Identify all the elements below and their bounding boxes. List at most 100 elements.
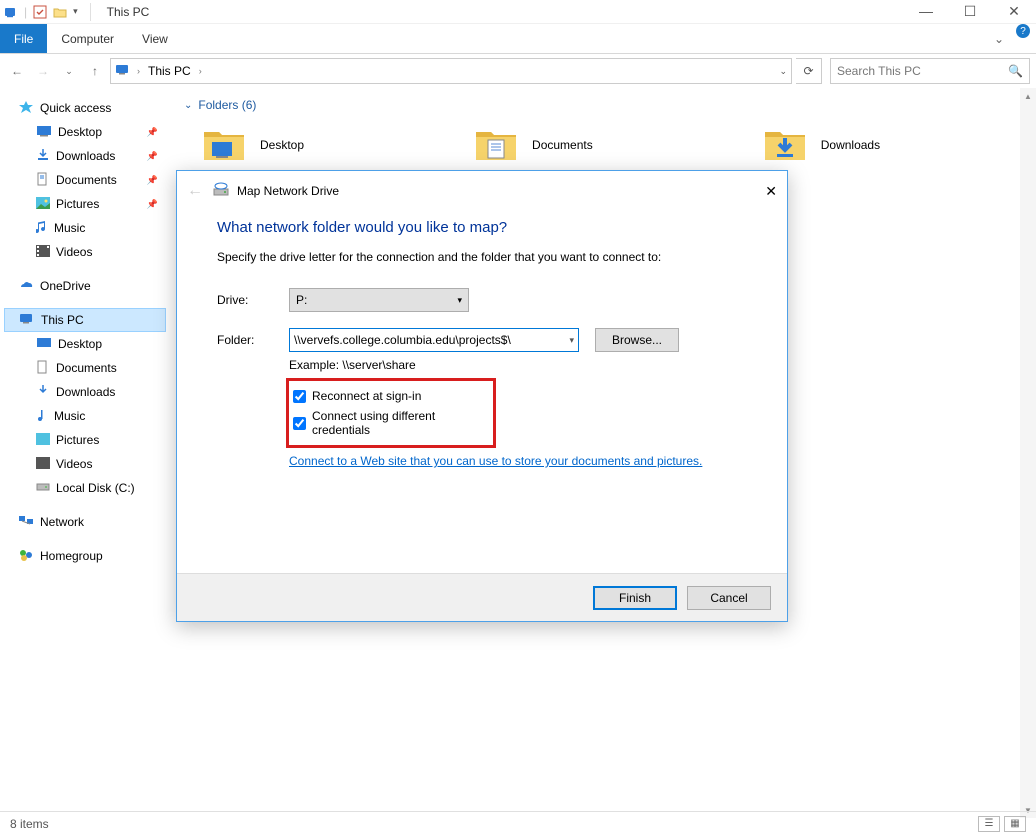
- address-dropdown-icon[interactable]: ⌄: [779, 66, 787, 77]
- refresh-button[interactable]: ⟳: [796, 58, 822, 84]
- reconnect-checkbox-row[interactable]: Reconnect at sign-in: [293, 389, 489, 403]
- nav-label: OneDrive: [40, 279, 91, 293]
- drive-select[interactable]: P: ▾: [289, 288, 469, 312]
- nav-label: Pictures: [56, 433, 99, 447]
- folders-header[interactable]: ⌄ Folders (6): [184, 98, 1022, 112]
- nav-up-button[interactable]: ↑: [84, 60, 106, 82]
- nav-quick-documents[interactable]: Documents 📌: [4, 168, 166, 192]
- drive-label: Drive:: [217, 293, 289, 307]
- nav-pc-documents[interactable]: Documents: [4, 356, 166, 380]
- chevron-down-icon: ▾: [565, 335, 574, 346]
- nav-forward-button[interactable]: →: [32, 60, 54, 82]
- folder-desktop[interactable]: Desktop: [202, 126, 304, 164]
- desktop-icon: [36, 125, 52, 140]
- folder-documents[interactable]: Documents: [474, 126, 593, 164]
- onedrive-icon: [18, 279, 34, 294]
- location-icon: [115, 63, 131, 80]
- chevron-down-icon: ▾: [457, 295, 462, 306]
- maximize-button[interactable]: ☐: [960, 3, 980, 20]
- nav-label: Desktop: [58, 125, 102, 139]
- nav-network[interactable]: Network: [4, 510, 166, 534]
- pin-icon: 📌: [147, 199, 158, 210]
- music-icon: [36, 220, 48, 237]
- qat-dropdown-icon[interactable]: ▾: [73, 6, 78, 17]
- dialog-titlebar: ← Map Network Drive ✕: [177, 171, 787, 211]
- ribbon-expand-icon[interactable]: ⌄: [988, 24, 1010, 53]
- credentials-checkbox[interactable]: [293, 417, 306, 430]
- download-icon: [36, 148, 50, 165]
- connect-website-link[interactable]: Connect to a Web site that you can use t…: [289, 454, 763, 468]
- nav-label: Homegroup: [40, 549, 103, 563]
- help-icon[interactable]: ?: [1016, 24, 1030, 38]
- tab-view[interactable]: View: [128, 24, 182, 53]
- close-button[interactable]: ✕: [1004, 3, 1024, 20]
- quick-access-toolbar: | ▾ This PC: [4, 3, 149, 21]
- properties-icon[interactable]: [33, 5, 47, 19]
- folder-input[interactable]: [294, 333, 565, 347]
- nav-label: Documents: [56, 173, 117, 187]
- credentials-label: Connect using different credentials: [312, 409, 489, 437]
- address-bar[interactable]: › This PC › ⌄: [110, 58, 792, 84]
- pin-icon: 📌: [147, 151, 158, 162]
- vertical-scrollbar[interactable]: ▲ ▼: [1020, 88, 1036, 818]
- nav-quick-desktop[interactable]: Desktop 📌: [4, 120, 166, 144]
- folder-label: Documents: [532, 138, 593, 152]
- reconnect-checkbox[interactable]: [293, 390, 306, 403]
- folders-header-label: Folders (6): [198, 98, 256, 112]
- cancel-button[interactable]: Cancel: [687, 586, 771, 610]
- nav-label: Local Disk (C:): [56, 481, 135, 495]
- dialog-instruction: Specify the drive letter for the connect…: [217, 250, 763, 264]
- quickaccess-icon: [18, 100, 34, 117]
- credentials-checkbox-row[interactable]: Connect using different credentials: [293, 409, 489, 437]
- folder-label: Downloads: [821, 138, 880, 152]
- nav-label: Documents: [56, 361, 117, 375]
- view-large-button[interactable]: ▦: [1004, 816, 1026, 832]
- search-box[interactable]: Search This PC 🔍: [830, 58, 1030, 84]
- nav-quick-pictures[interactable]: Pictures 📌: [4, 192, 166, 216]
- nav-pc-localdisk[interactable]: Local Disk (C:): [4, 476, 166, 500]
- nav-pc-pictures[interactable]: Pictures: [4, 428, 166, 452]
- nav-quick-videos[interactable]: Videos: [4, 240, 166, 264]
- minimize-button[interactable]: —: [916, 3, 936, 20]
- nav-quickaccess[interactable]: Quick access: [4, 96, 166, 120]
- folder-downloads[interactable]: Downloads: [763, 126, 880, 164]
- nav-quick-downloads[interactable]: Downloads 📌: [4, 144, 166, 168]
- nav-quick-music[interactable]: Music: [4, 216, 166, 240]
- folder-icon: [474, 126, 518, 164]
- dialog-close-button[interactable]: ✕: [765, 183, 777, 200]
- dialog-back-icon[interactable]: ←: [187, 182, 203, 200]
- tab-file[interactable]: File: [0, 24, 47, 53]
- status-bar: 8 items ☰ ▦: [0, 811, 1036, 835]
- new-folder-icon[interactable]: [53, 5, 67, 19]
- videos-icon: [36, 245, 50, 260]
- status-text: 8 items: [10, 817, 49, 831]
- nav-thispc[interactable]: This PC: [4, 308, 166, 332]
- nav-pc-music[interactable]: Music: [4, 404, 166, 428]
- nav-history-dropdown[interactable]: ⌄: [58, 60, 80, 82]
- nav-pc-videos[interactable]: Videos: [4, 452, 166, 476]
- disk-icon: [36, 481, 50, 496]
- homegroup-icon: [18, 548, 34, 565]
- view-details-button[interactable]: ☰: [978, 816, 1000, 832]
- highlighted-checkboxes: Reconnect at sign-in Connect using diffe…: [286, 378, 496, 448]
- nav-back-button[interactable]: ←: [6, 60, 28, 82]
- nav-pc-downloads[interactable]: Downloads: [4, 380, 166, 404]
- breadcrumb-sep-2[interactable]: ›: [199, 66, 202, 76]
- breadcrumb-thispc[interactable]: This PC: [146, 64, 193, 78]
- browse-button[interactable]: Browse...: [595, 328, 679, 352]
- folder-combobox[interactable]: ▾: [289, 328, 579, 352]
- folder-icon: [202, 126, 246, 164]
- nav-homegroup[interactable]: Homegroup: [4, 544, 166, 568]
- tab-computer[interactable]: Computer: [47, 24, 128, 53]
- music-icon: [36, 408, 48, 425]
- network-icon: [18, 514, 34, 531]
- scroll-up-icon[interactable]: ▲: [1020, 88, 1036, 104]
- search-placeholder: Search This PC: [837, 64, 921, 78]
- nav-label: This PC: [41, 313, 84, 327]
- pictures-icon: [36, 197, 50, 212]
- documents-icon: [36, 360, 50, 377]
- finish-button[interactable]: Finish: [593, 586, 677, 610]
- nav-onedrive[interactable]: OneDrive: [4, 274, 166, 298]
- breadcrumb-sep[interactable]: ›: [137, 66, 140, 76]
- nav-pc-desktop[interactable]: Desktop: [4, 332, 166, 356]
